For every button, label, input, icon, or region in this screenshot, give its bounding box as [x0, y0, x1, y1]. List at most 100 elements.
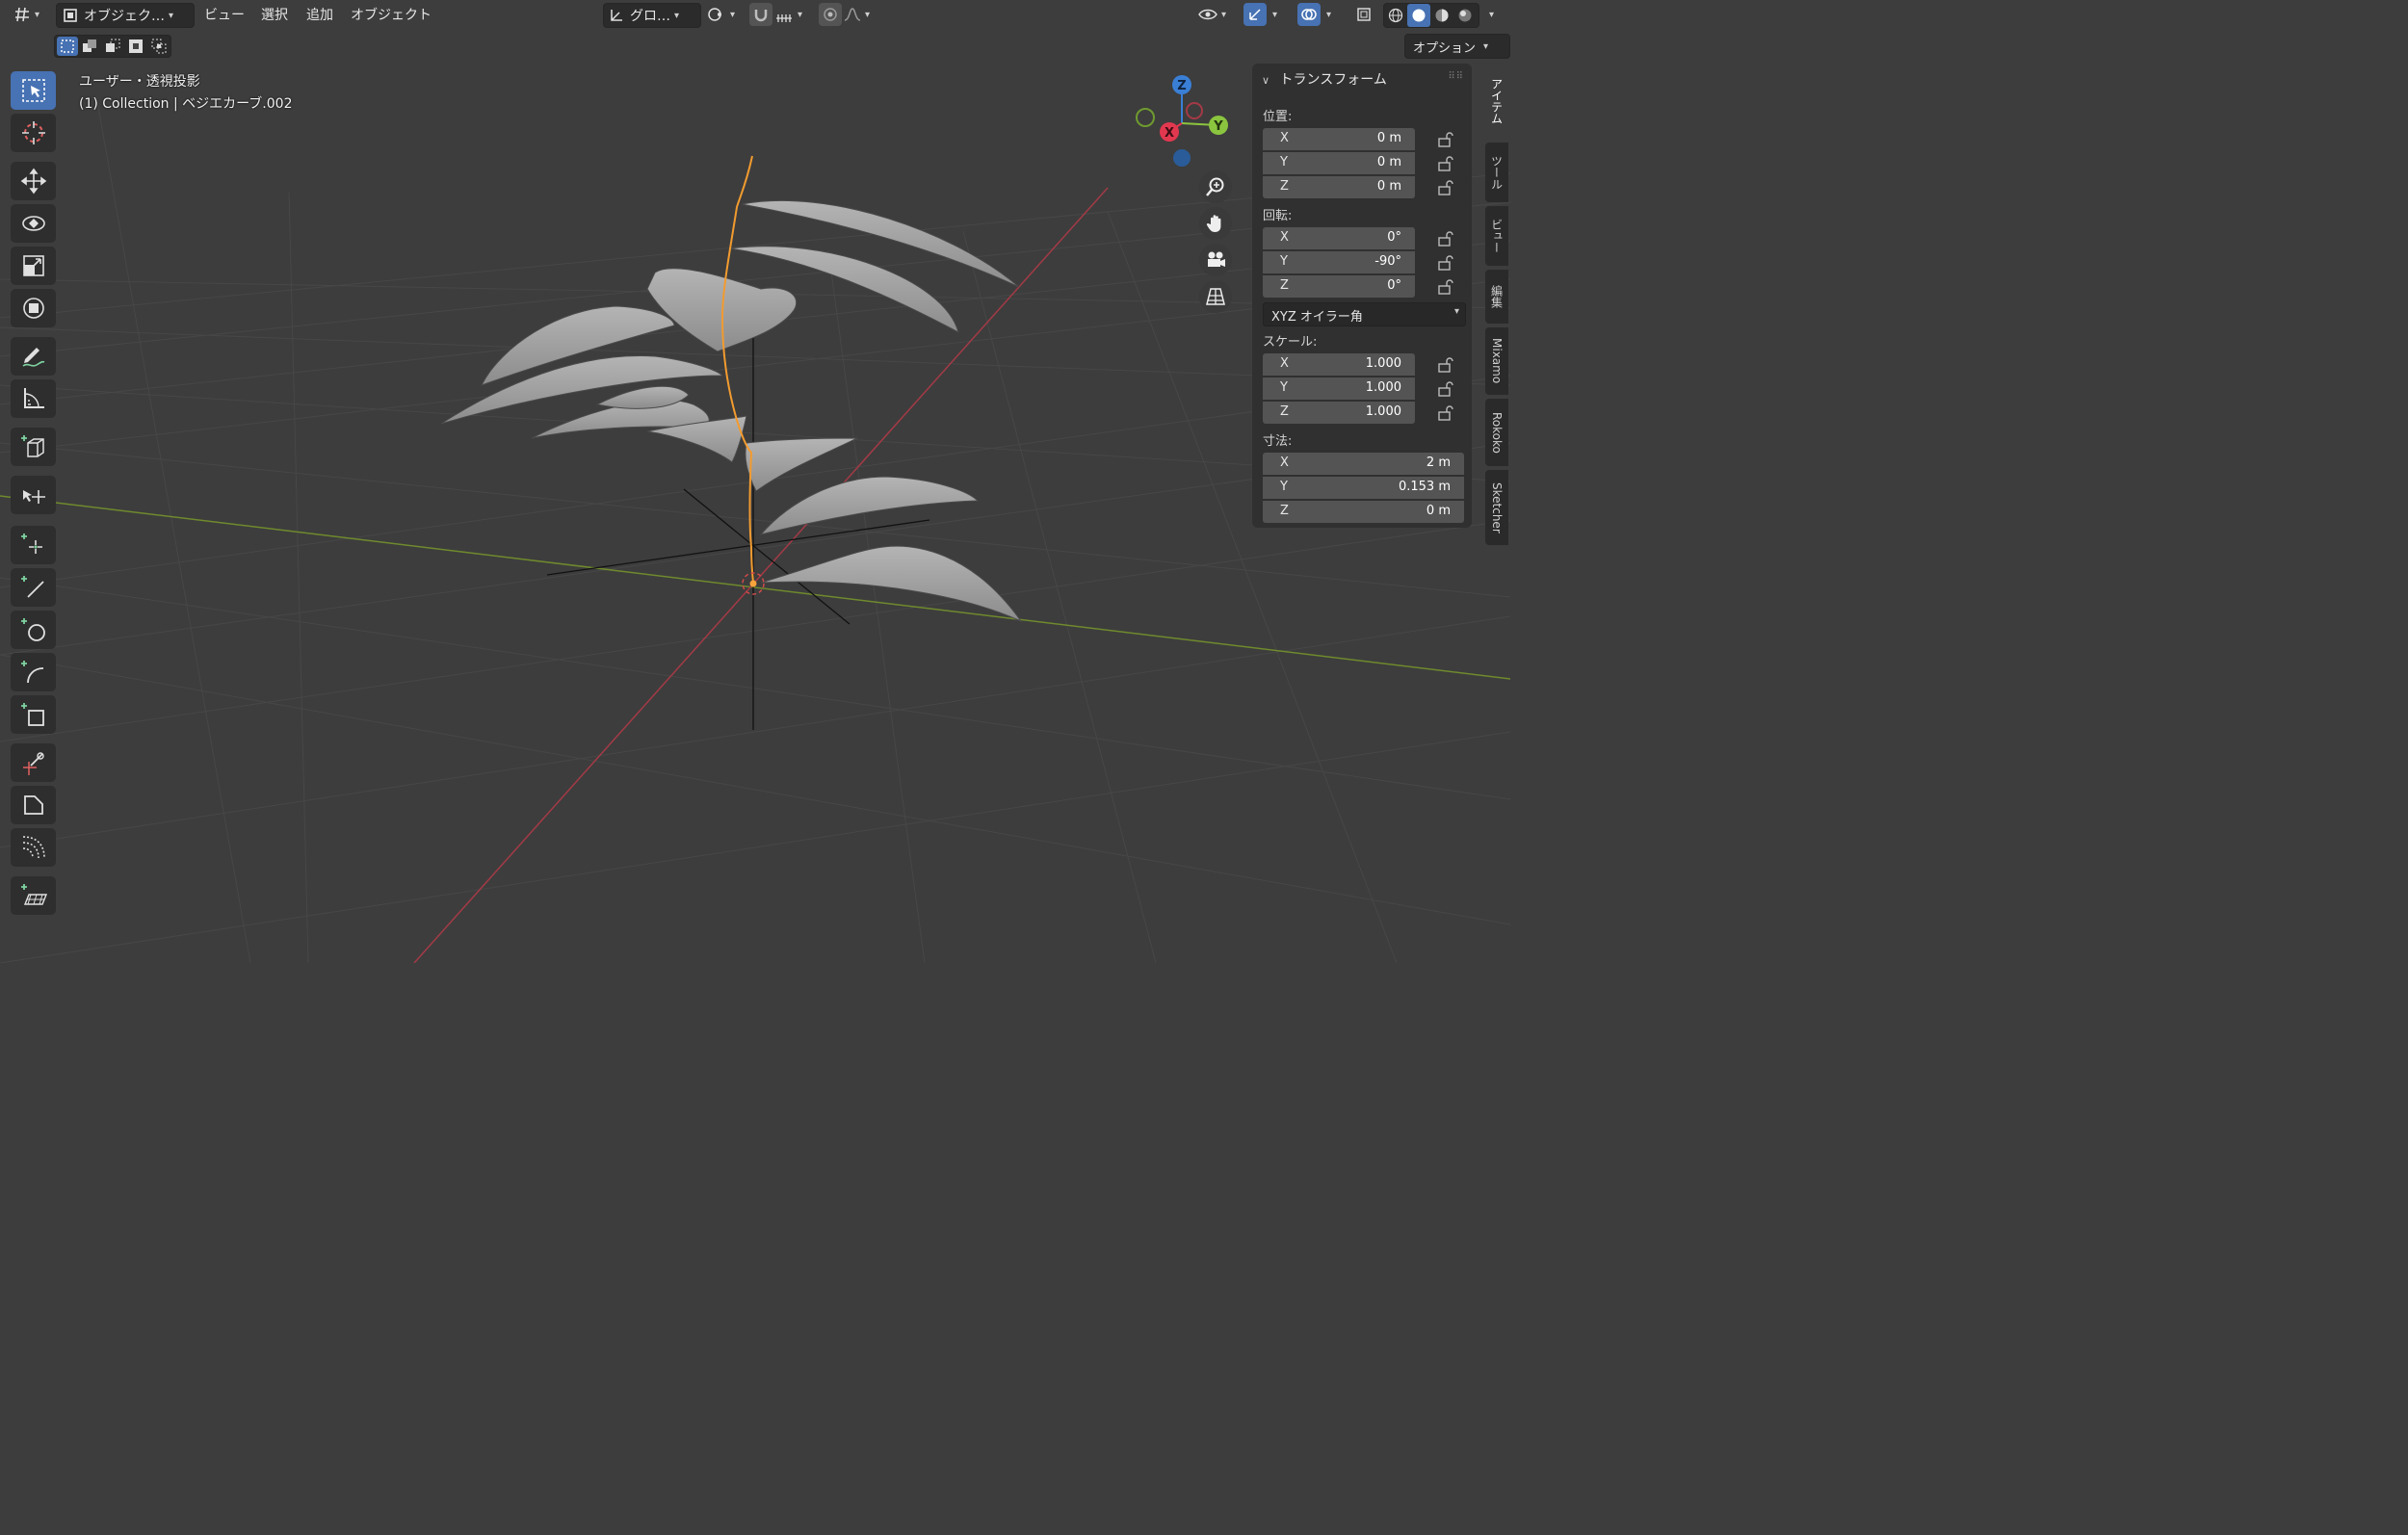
tool-shear[interactable] [11, 786, 56, 824]
unlock-icon[interactable] [1437, 179, 1454, 196]
location-x-field[interactable]: X 0 m [1263, 128, 1415, 150]
axis-label: Y [1280, 155, 1288, 169]
tool-draw-circle[interactable] [11, 611, 56, 649]
gizmo-dropdown[interactable]: ▾ [1269, 3, 1288, 26]
menu-add[interactable]: 追加 [306, 5, 333, 24]
pivot-point-button[interactable]: ▾ [707, 3, 742, 26]
tool-cursor[interactable] [11, 114, 56, 152]
rotation-z-field[interactable]: Z 0° [1263, 275, 1415, 298]
rotation-y-value: -90° [1374, 254, 1401, 269]
rotation-y-field[interactable]: Y -90° [1263, 251, 1415, 273]
drag-handle-icon[interactable]: ⠿⠿ [1448, 71, 1464, 82]
tab-sketcher[interactable]: Sketcher [1485, 470, 1508, 545]
scale-label: スケール: [1263, 335, 1318, 350]
editor-type-button[interactable]: ▾ [13, 3, 46, 26]
tab-tool[interactable]: ツール [1485, 143, 1508, 202]
tool-extrude-cursor[interactable] [11, 476, 56, 514]
dimensions-label: 寸法: [1263, 434, 1293, 449]
tab-edit[interactable]: 編集 [1485, 270, 1508, 324]
scale-y-field[interactable]: Y 1.000 [1263, 377, 1415, 400]
unlock-icon[interactable] [1437, 356, 1454, 374]
neg-x-axis-handle[interactable] [1186, 102, 1203, 119]
dimensions-z-field[interactable]: Z 0 m [1263, 501, 1464, 523]
location-z-field[interactable]: Z 0 m [1263, 176, 1415, 198]
tool-draw-rectangle[interactable] [11, 695, 56, 734]
dimensions-y-field[interactable]: Y 0.153 m [1263, 477, 1464, 499]
unlock-icon[interactable] [1437, 230, 1454, 247]
transform-section-header[interactable]: ∨ トランスフォーム [1262, 69, 1387, 89]
unlock-icon[interactable] [1437, 404, 1454, 422]
transform-title: トランスフォーム [1279, 72, 1387, 88]
snap-toggle[interactable] [749, 3, 772, 26]
visibility-dropdown[interactable]: ▾ [1198, 3, 1237, 26]
tool-rotate[interactable] [11, 204, 56, 243]
menu-object[interactable]: オブジェクト [351, 5, 432, 24]
unlock-icon[interactable] [1437, 131, 1454, 148]
dimensions-z-value: 0 m [1426, 504, 1451, 518]
annotate-pencil-icon [19, 342, 48, 371]
rotation-x-field[interactable]: X 0° [1263, 227, 1415, 249]
tool-move[interactable] [11, 162, 56, 200]
proportional-edit-toggle[interactable] [819, 3, 842, 26]
rotation-mode-dropdown[interactable]: XYZ オイラー角 ▾ [1263, 302, 1466, 326]
overlays-dropdown[interactable]: ▾ [1322, 3, 1342, 26]
tab-rokoko[interactable]: Rokoko [1485, 399, 1508, 466]
neg-y-axis-handle[interactable] [1136, 108, 1155, 127]
draw-point-icon [19, 531, 48, 559]
scale-x-value: 1.000 [1365, 356, 1401, 371]
scale-z-field[interactable]: Z 1.000 [1263, 402, 1415, 424]
tool-add-plane[interactable] [11, 876, 56, 915]
tab-view[interactable]: ビュー [1485, 206, 1508, 266]
select-new-icon[interactable] [57, 37, 78, 56]
pan-button[interactable] [1199, 207, 1232, 240]
tool-transform[interactable] [11, 289, 56, 327]
tool-draw-arc[interactable] [11, 653, 56, 691]
scale-x-field[interactable]: X 1.000 [1263, 353, 1415, 376]
options-dropdown[interactable]: オプション ▾ [1404, 34, 1510, 59]
navigation-gizmo[interactable]: Z Y X [1127, 67, 1243, 178]
perspective-toggle-button[interactable] [1199, 280, 1232, 313]
tool-annotate[interactable] [11, 337, 56, 376]
dimensions-x-field[interactable]: X 2 m [1263, 453, 1464, 475]
wireframe-shading-icon[interactable] [1384, 8, 1407, 23]
snap-target-dropdown[interactable]: ▾ [774, 3, 811, 26]
tool-draw-point[interactable] [11, 526, 56, 564]
tool-knife[interactable] [11, 743, 56, 782]
select-subtract-icon[interactable] [101, 39, 124, 54]
zoom-button[interactable] [1199, 170, 1232, 203]
select-intersect-icon[interactable] [147, 39, 170, 54]
xray-icon [1356, 7, 1372, 22]
rotation-z-value: 0° [1387, 278, 1401, 293]
rendered-shading-icon[interactable] [1453, 8, 1477, 23]
gizmo-toggle[interactable] [1243, 3, 1267, 26]
material-shading-icon[interactable] [1430, 8, 1453, 23]
overlays-toggle[interactable] [1297, 3, 1321, 26]
orientation-dropdown[interactable]: グロ… ▾ [603, 3, 701, 28]
tool-scale[interactable] [11, 247, 56, 285]
unlock-icon[interactable] [1437, 380, 1454, 398]
solid-shading-icon[interactable] [1407, 4, 1430, 27]
tool-select-box[interactable] [11, 71, 56, 110]
select-extend-icon[interactable] [78, 39, 101, 54]
select-invert-icon[interactable] [124, 39, 147, 54]
tool-measure[interactable] [11, 379, 56, 418]
shading-dropdown[interactable]: ▾ [1485, 3, 1505, 26]
tab-mixamo[interactable]: Mixamo [1485, 327, 1508, 395]
menu-select[interactable]: 選択 [261, 5, 288, 24]
unlock-icon[interactable] [1437, 254, 1454, 272]
menu-view[interactable]: ビュー [204, 5, 245, 24]
mode-dropdown[interactable]: オブジェク… ▾ [56, 3, 195, 28]
location-y-field[interactable]: Y 0 m [1263, 152, 1415, 174]
xray-toggle[interactable] [1352, 3, 1375, 26]
object-origin [749, 580, 757, 587]
tool-draw-line[interactable] [11, 568, 56, 607]
unlock-icon[interactable] [1437, 278, 1454, 296]
tool-bend[interactable] [11, 828, 56, 867]
unlock-icon[interactable] [1437, 155, 1454, 172]
tool-add-cube[interactable] [11, 428, 56, 466]
neg-z-axis-handle[interactable] [1173, 149, 1191, 167]
chevron-down-icon: ▾ [1326, 9, 1332, 20]
camera-view-button[interactable] [1199, 244, 1232, 276]
falloff-dropdown[interactable]: ▾ [844, 3, 878, 26]
tab-item[interactable]: アイテム [1485, 64, 1508, 139]
